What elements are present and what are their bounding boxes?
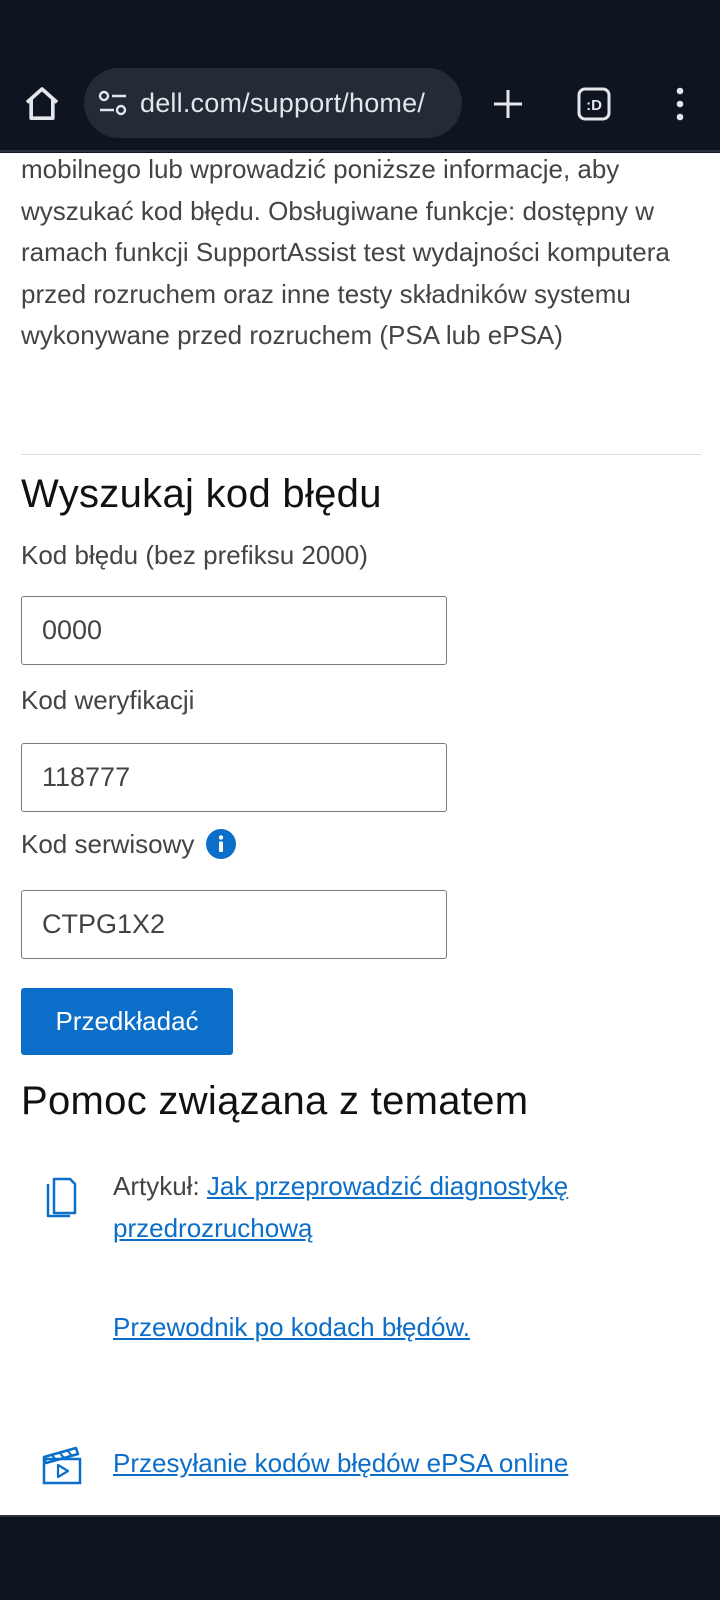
more-vert-icon[interactable] bbox=[656, 80, 704, 128]
error-code-input[interactable] bbox=[21, 596, 447, 665]
service-tag-label-row: Kod serwisowy bbox=[21, 828, 237, 860]
browser-toolbar: dell.com/support/home/ :D bbox=[0, 62, 720, 152]
error-codes-guide-link[interactable]: Przewodnik po kodach błędów. bbox=[113, 1310, 470, 1344]
info-icon[interactable] bbox=[206, 829, 237, 859]
document-icon bbox=[42, 1174, 82, 1218]
divider bbox=[21, 454, 701, 455]
intro-paragraph: mobilnego lub wprowadzić poniższe inform… bbox=[21, 154, 670, 350]
page-content: mobilnego lub wprowadzić poniższe inform… bbox=[0, 153, 720, 1515]
service-tag-label: Kod serwisowy bbox=[21, 829, 195, 859]
tab-count: :D bbox=[586, 97, 602, 114]
error-code-label: Kod błędu (bez prefiksu 2000) bbox=[21, 540, 368, 570]
video-icon bbox=[40, 1443, 86, 1487]
url-text[interactable]: dell.com/support/home/ bbox=[140, 87, 425, 119]
article-prefix: Artykuł: bbox=[113, 1171, 207, 1201]
service-tag-input[interactable] bbox=[21, 890, 447, 959]
system-navigation-bar bbox=[0, 1515, 720, 1600]
url-bar[interactable]: dell.com/support/home/ bbox=[84, 68, 462, 138]
verification-code-label: Kod weryfikacji bbox=[21, 685, 195, 715]
article-item: Artykuł: Jak przeprowadzić diagnostykę p… bbox=[113, 1166, 633, 1249]
submit-button[interactable]: Przedkładać bbox=[21, 988, 233, 1055]
home-icon[interactable] bbox=[18, 80, 66, 128]
verification-code-input[interactable] bbox=[21, 743, 447, 812]
search-heading: Wyszukaj kod błędu bbox=[21, 472, 382, 516]
epsa-online-link[interactable]: Przesyłanie kodów błędów ePSA online bbox=[113, 1446, 568, 1480]
site-settings-icon[interactable] bbox=[98, 89, 128, 117]
tab-switcher-icon[interactable]: :D bbox=[570, 80, 618, 128]
plus-icon[interactable] bbox=[484, 80, 532, 128]
status-bar bbox=[0, 0, 720, 62]
related-help-heading: Pomoc związana z tematem bbox=[21, 1079, 529, 1123]
